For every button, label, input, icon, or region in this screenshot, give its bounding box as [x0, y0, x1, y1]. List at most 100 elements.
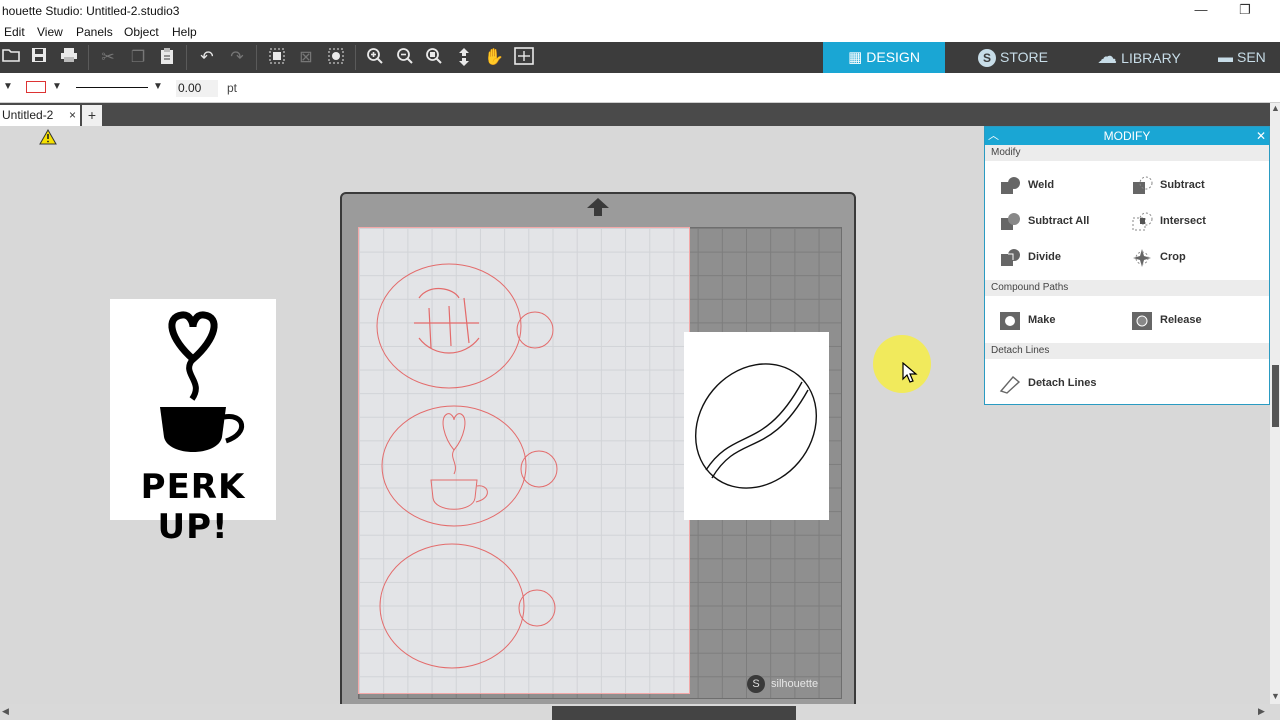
modify-panel: ︿ MODIFY ✕ Modify Weld Subtract Subtract… [984, 126, 1270, 405]
subtract-all-icon [1001, 213, 1020, 230]
mat-load-arrow-icon [587, 198, 609, 216]
vertical-scroll-thumb[interactable] [1272, 365, 1279, 427]
warning-icon[interactable] [39, 129, 57, 145]
divide-icon [1001, 249, 1020, 266]
line-color-dropdown-icon[interactable]: ▼ [52, 81, 62, 92]
section-modify-label: Modify [985, 145, 1269, 161]
scroll-left-icon[interactable]: ◀ [2, 706, 9, 717]
paper-area[interactable] [358, 227, 690, 694]
release-compound-button[interactable]: Release [1117, 307, 1247, 335]
make-compound-icon[interactable] [325, 47, 347, 69]
fit-to-page-icon[interactable] [513, 47, 535, 69]
tab-design[interactable]: ▦ DESIGN [823, 42, 945, 73]
intersect-label: Intersect [1160, 215, 1206, 227]
subtract-icon [1133, 176, 1153, 194]
perk-up-text: PERK UP! [140, 467, 246, 547]
pan-arrows-icon[interactable] [453, 47, 475, 69]
subtract-all-label: Subtract All [1028, 215, 1090, 227]
collapse-chevron-icon[interactable]: ︿ [988, 127, 999, 145]
grid-icon: ▦ [848, 49, 863, 66]
menu-object[interactable]: Object [124, 25, 159, 39]
tab-send[interactable]: ▬ SEN [1218, 42, 1280, 73]
coffee-cup-heart-graphic [160, 311, 245, 452]
release-label: Release [1160, 314, 1202, 326]
scroll-down-icon[interactable]: ▼ [1271, 691, 1280, 701]
zoom-out-icon[interactable] [394, 47, 416, 69]
section-compound-paths-label: Compound Paths [985, 280, 1269, 296]
release-compound-path-icon [1132, 312, 1152, 330]
save-icon[interactable] [28, 47, 50, 69]
main-toolbar: ✂ ❐ ↶ ↷ ⊠ ✋ ▦ DESIGN S STORE ☁ LIBRARY ▬ SEN [0, 42, 1280, 73]
crop-icon [1133, 249, 1151, 267]
mouse-pointer-icon [902, 362, 918, 383]
add-tab-button[interactable]: + [82, 105, 102, 126]
weld-button[interactable]: Weld [985, 172, 1115, 200]
print-icon[interactable] [58, 47, 80, 69]
tab-library[interactable]: ☁ LIBRARY [1084, 42, 1194, 73]
scroll-up-icon[interactable]: ▲ [1271, 103, 1280, 113]
coffee-bean-image[interactable] [684, 332, 829, 520]
minimize-button[interactable]: — [1186, 2, 1216, 20]
silhouette-logo-icon: S [747, 675, 765, 693]
line-width-input[interactable]: 0.00 [176, 80, 218, 97]
menu-view[interactable]: View [37, 25, 63, 39]
tab-send-label: SEN [1237, 49, 1266, 65]
zoom-fit-icon[interactable] [423, 47, 445, 69]
subtract-button[interactable]: Subtract [1117, 172, 1247, 200]
detach-lines-label: Detach Lines [1028, 377, 1097, 389]
copy-icon[interactable]: ❐ [127, 47, 149, 69]
zoom-in-icon[interactable] [364, 47, 386, 69]
make-compound-button[interactable]: Make [985, 307, 1115, 335]
undo-icon[interactable]: ↶ [196, 47, 218, 69]
scroll-right-icon[interactable]: ▶ [1258, 706, 1265, 717]
line-width-unit: pt [227, 81, 238, 95]
menu-bar: Edit View Panels Object Help [0, 22, 1280, 42]
horizontal-scrollbar[interactable]: ◀ ▶ [0, 704, 1280, 720]
tab-store[interactable]: S STORE [958, 42, 1068, 73]
open-icon[interactable] [0, 47, 22, 69]
redo-icon[interactable]: ↷ [226, 47, 248, 69]
window-title: houette Studio: Untitled-2.studio3 [2, 4, 180, 18]
toolbar-separator [355, 45, 356, 70]
silhouette-brand-text: silhouette [771, 677, 819, 690]
cut-icon[interactable]: ✂ [97, 47, 119, 69]
tab-design-label: DESIGN [866, 49, 920, 65]
crop-label: Crop [1160, 251, 1186, 263]
vertical-scrollbar[interactable]: ▲ ▼ [1270, 103, 1280, 704]
detach-lines-icon [999, 376, 1021, 394]
modify-panel-title: MODIFY [1103, 129, 1151, 143]
subtract-label: Subtract [1160, 179, 1205, 191]
section-detach-lines-label: Detach Lines [985, 343, 1269, 359]
crop-button[interactable]: Crop [1117, 244, 1247, 272]
document-tab[interactable]: Untitled-2 × [0, 105, 80, 126]
toolbar-separator [88, 45, 89, 70]
tab-store-label: STORE [1000, 49, 1048, 65]
menu-panels[interactable]: Panels [76, 25, 113, 39]
line-style-preview[interactable] [76, 87, 148, 88]
toolbar-separator [186, 45, 187, 70]
intersect-icon [1132, 212, 1153, 231]
close-tab-icon[interactable]: × [69, 105, 76, 126]
make-compound-path-icon [1000, 312, 1020, 330]
paste-icon[interactable] [156, 47, 178, 69]
group-icon[interactable] [266, 47, 288, 69]
menu-help[interactable]: Help [172, 25, 197, 39]
line-style-dropdown-icon[interactable]: ▼ [153, 81, 163, 92]
horizontal-scroll-thumb[interactable] [552, 706, 796, 720]
menu-edit[interactable]: Edit [4, 25, 25, 39]
coffee-bean-graphic [694, 363, 818, 489]
weld-label: Weld [1028, 179, 1055, 191]
modify-panel-header: ︿ MODIFY ✕ [985, 127, 1269, 145]
dropdown-arrow-icon[interactable]: ▼ [3, 81, 13, 92]
ungroup-icon[interactable]: ⊠ [295, 47, 317, 69]
restore-button[interactable]: ❐ [1230, 2, 1260, 20]
hand-tool-icon[interactable]: ✋ [483, 47, 505, 69]
perk-up-image[interactable]: PERK UP! [110, 299, 276, 547]
intersect-button[interactable]: Intersect [1117, 208, 1247, 236]
close-panel-icon[interactable]: ✕ [1256, 127, 1266, 145]
silhouette-s-icon: S [978, 49, 996, 67]
detach-lines-button[interactable]: Detach Lines [985, 370, 1145, 398]
subtract-all-button[interactable]: Subtract All [985, 208, 1115, 236]
line-color-swatch[interactable] [26, 81, 46, 93]
divide-button[interactable]: Divide [985, 244, 1115, 272]
